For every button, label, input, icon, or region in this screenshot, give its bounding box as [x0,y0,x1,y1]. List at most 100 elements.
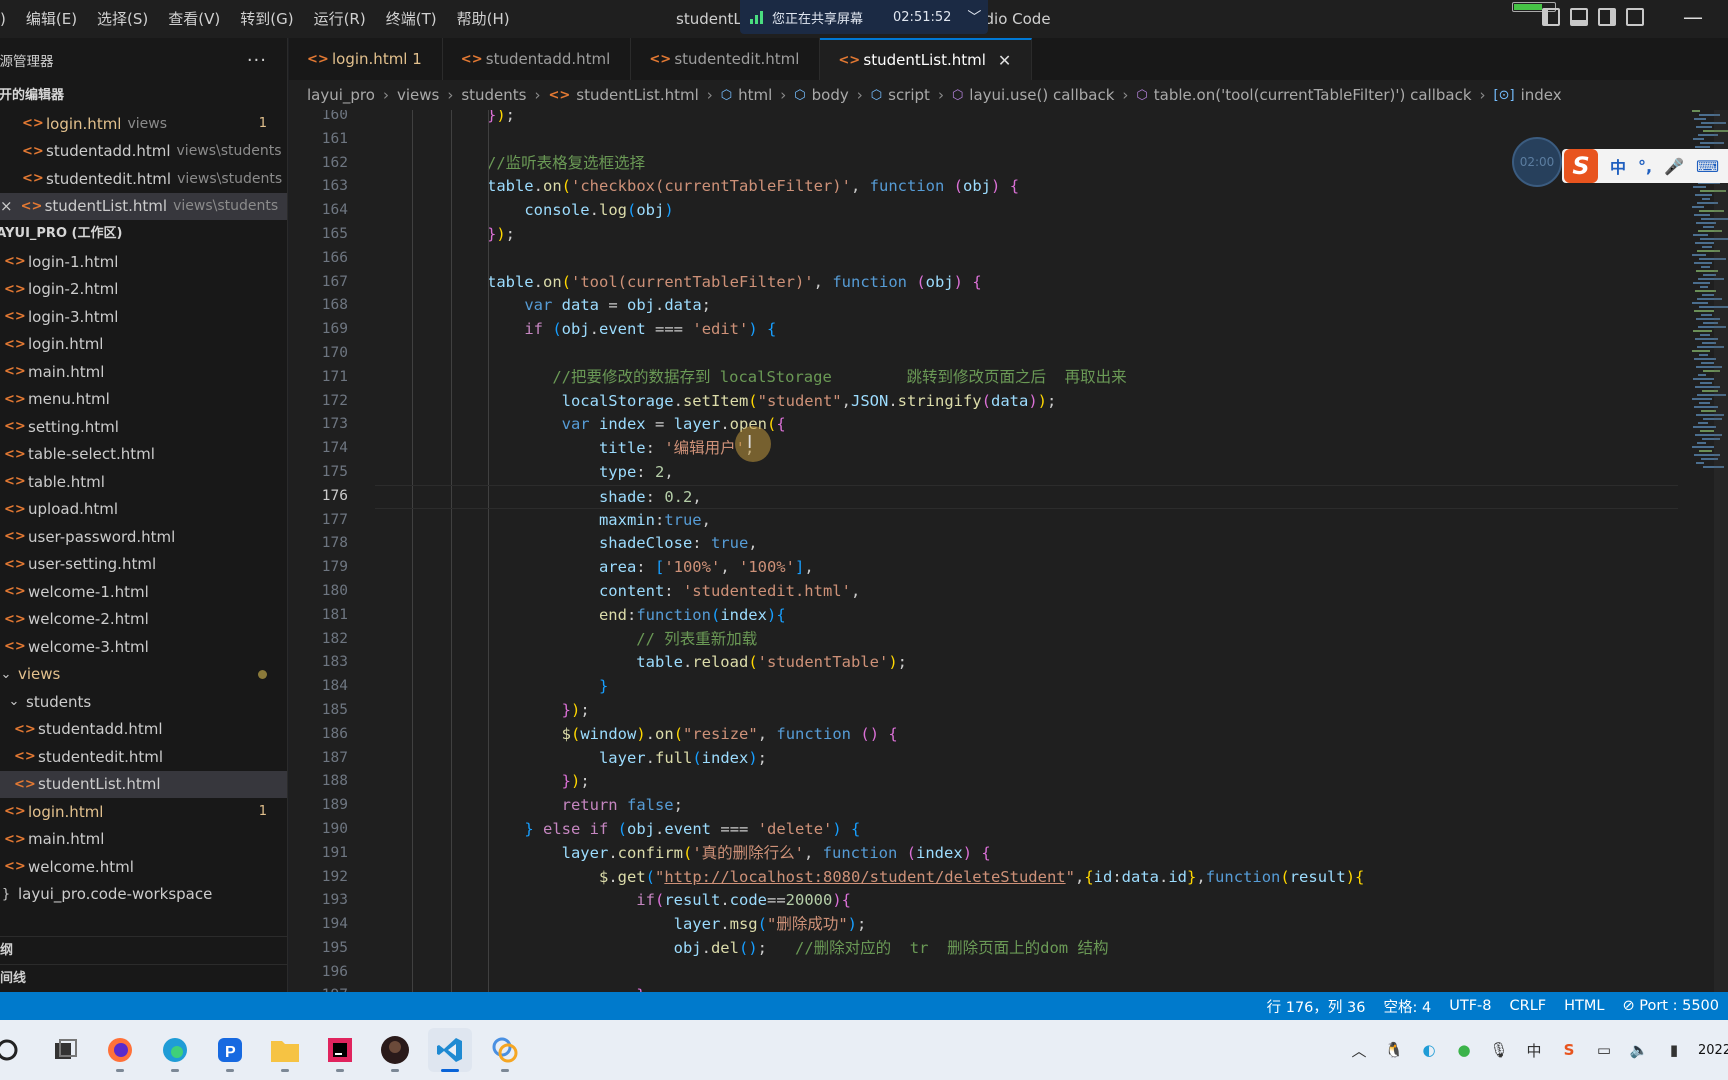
live-server-port[interactable]: ⊘ Port : 5500 [1613,998,1728,1014]
avatar-app-icon[interactable] [373,1028,417,1072]
code-line[interactable]: if(result.code==20000){ [375,889,1678,914]
chrome-like-icon[interactable] [483,1028,527,1072]
code-line[interactable]: table.on('checkbox(currentTableFilter)',… [375,175,1678,200]
code-line[interactable]: if (obj.event === 'edit') { [375,318,1678,342]
code-line[interactable]: //把要修改的数据存到 localStorage 跳转到修改页面之后 再取出来 [375,365,1678,390]
file-item[interactable]: <> menu.html [0,386,287,414]
sogou-tray-icon[interactable]: S [1558,1039,1580,1061]
file-item[interactable]: <> login-3.html [0,303,287,331]
workspace-header[interactable]: LAYUI_PRO (工作区) [0,220,287,248]
code-line[interactable]: layer.confirm('真的删除行么', function (index)… [375,841,1678,866]
folder-views[interactable]: ⌄ views [0,661,287,689]
open-editor-item[interactable]: <> studentadd.html views\students [0,138,287,166]
volume-icon[interactable]: 🔈 [1628,1039,1650,1061]
code-line[interactable]: var index = layer.open({ [375,413,1678,438]
task-view-icon[interactable] [43,1028,87,1072]
chevron-up-icon[interactable]: ︿ [1348,1039,1370,1061]
firefox-icon[interactable] [98,1028,142,1072]
breadcrumb-item[interactable]: views [397,86,439,104]
file-item[interactable]: <> login.html [0,331,287,359]
code-line[interactable]: maxmin:true, [375,508,1678,533]
edge-icon[interactable] [153,1028,197,1072]
recording-timer[interactable]: 02:00 [1512,137,1562,187]
code-line[interactable]: shadeClose: true, [375,532,1678,557]
files-icon[interactable] [263,1028,307,1072]
file-item[interactable]: <> upload.html [0,496,287,524]
breadcrumb-item[interactable]: ⬡ script [871,86,930,104]
chevron-down-icon[interactable]: ﹀ [967,7,981,27]
menu-item-select[interactable]: 选择(S) [87,0,158,38]
search-icon[interactable] [0,1028,32,1072]
tab-studentedit[interactable]: <> studentedit.html [631,38,821,80]
code-line[interactable]: }); [375,222,1678,247]
code-line[interactable]: end:function(index){ [375,603,1678,628]
code-line[interactable]: return false; [375,794,1678,818]
more-actions-icon[interactable]: ··· [247,50,267,71]
indentation[interactable]: 空格: 4 [1374,996,1440,1017]
breadcrumb-item[interactable]: ⬡ body [794,86,848,104]
code-line[interactable]: type: 2, [375,460,1678,485]
tab-login[interactable]: <> login.html 1 [289,38,443,80]
code-line[interactable]: shade: 0.2, [375,484,1678,509]
p-app-icon[interactable]: P [208,1028,252,1072]
code-line[interactable]: console.log(obj) [375,199,1678,223]
menu-item-view[interactable]: 查看(V) [158,0,230,38]
ime-chinese-mode[interactable]: 中 [1610,154,1626,178]
file-item[interactable]: <> setting.html [0,413,287,441]
battery-tray-icon[interactable]: ▮ [1663,1039,1685,1061]
code-line[interactable]: title: '编辑用户', [375,437,1678,461]
code-line[interactable]: content: 'studentedit.html', [375,579,1678,604]
intellij-icon[interactable] [318,1028,362,1072]
line-ending[interactable]: CRLF [1501,998,1556,1014]
file-item[interactable]: <> login-2.html [0,276,287,304]
file-item[interactable]: <> user-setting.html [0,551,287,579]
open-editor-item[interactable]: <> login.html views 1 [0,110,287,138]
open-editor-item[interactable]: <> studentedit.html views\students [0,165,287,193]
code-area[interactable]: }); //监听表格复选框选择 table.on('checkbox(curre… [375,110,1678,992]
microphone-icon[interactable]: 🎙 [1488,1039,1510,1061]
clock[interactable]: 2022 [1698,1043,1728,1058]
code-line[interactable]: }); [375,110,1678,128]
code-line[interactable]: //监听表格复选框选择 [375,151,1678,176]
code-editor[interactable]: 160 161 162 163 164 165 166 167 168 169 170 171 172 1… [289,110,1728,992]
file-item[interactable]: <> welcome.html [0,853,287,881]
tab-studentadd[interactable]: <> studentadd.html [443,38,632,80]
file-item[interactable]: <> login.html 1 [0,798,287,826]
code-line[interactable]: layer.msg("删除成功"); [375,913,1678,937]
file-item[interactable]: <> main.html [0,358,287,386]
toggle-panel-icon[interactable] [1570,8,1588,26]
code-line[interactable]: $.get("http://localhost:8080/student/del… [375,865,1678,890]
edge-tray-icon[interactable]: ◐ [1418,1039,1440,1061]
file-item[interactable]: <> welcome-2.html [0,606,287,634]
code-line[interactable] [375,127,1678,152]
toggle-secondary-sidebar-icon[interactable] [1598,8,1616,26]
breadcrumb-item[interactable]: <> studentList.html [548,86,698,104]
menu-item-edit[interactable]: 编辑(E) [16,0,87,38]
minimize-button[interactable]: — [1682,7,1704,30]
code-line[interactable]: table.on('tool(currentTableFilter)', fun… [375,270,1678,295]
code-line[interactable]: obj.del(); //删除对应的 tr 删除页面上的dom 结构 [375,936,1678,961]
code-line[interactable]: layer.full(index); [375,746,1678,771]
screen-share-banner[interactable]: 您正在共享屏幕 02:51:52 ﹀ [740,0,988,34]
file-item[interactable]: <> welcome-1.html [0,578,287,606]
menu-item-run[interactable]: 运行(R) [304,0,376,38]
code-line[interactable]: localStorage.setItem("student",JSON.stri… [375,389,1678,414]
sogou-logo-icon[interactable]: S [1564,149,1598,183]
file-item[interactable]: <> table.html [0,468,287,496]
menu-item-goto[interactable]: 转到(G) [230,0,303,38]
cursor-position[interactable]: 行 176，列 36 [1258,996,1375,1017]
close-icon[interactable]: × [0,197,13,215]
code-line[interactable]: } [375,675,1678,699]
code-line[interactable] [375,341,1678,366]
microphone-icon[interactable]: 🎤 [1664,157,1684,176]
file-item[interactable]: <> login-1.html [0,248,287,276]
open-editors-header[interactable]: 打开的编辑器 [0,82,287,110]
close-icon[interactable]: ✕ [998,51,1011,70]
breadcrumb-item[interactable]: ⬡ table.on('tool(currentTableFilter)') ca… [1136,86,1471,104]
file-item[interactable]: <> studentedit.html [0,743,287,771]
open-editor-item[interactable]: × <> studentList.html views\students [0,192,287,220]
outline-section[interactable]: 大纲 [0,936,288,964]
code-line[interactable]: }); [375,698,1678,723]
file-item[interactable]: <> table-select.html [0,441,287,469]
breadcrumb-item[interactable]: [⊙] index [1494,86,1562,104]
